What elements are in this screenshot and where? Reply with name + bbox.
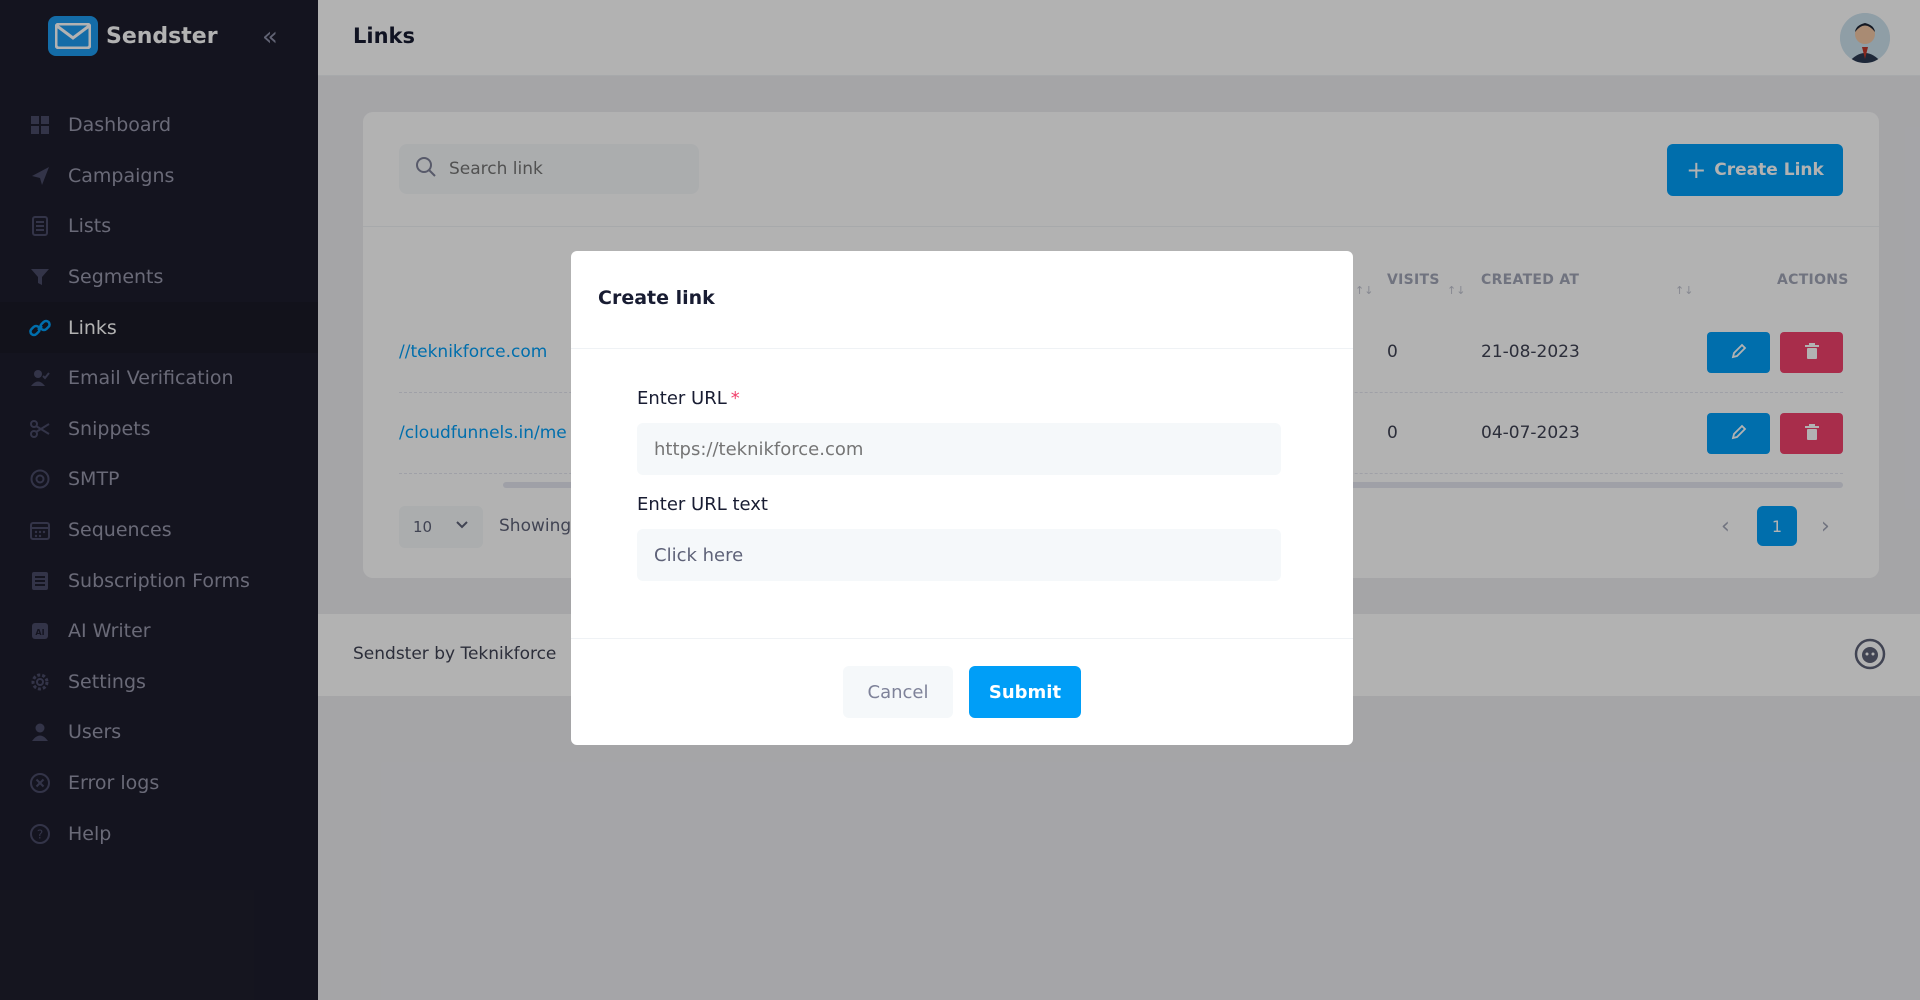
modal-title: Create link: [598, 287, 715, 309]
url-field-label: Enter URL *: [637, 388, 740, 409]
required-marker: *: [730, 388, 740, 409]
url-input[interactable]: [637, 423, 1281, 475]
modal-divider: [571, 348, 1353, 349]
create-link-modal: Create link Enter URL* Enter URL text Ca…: [571, 251, 1353, 745]
cancel-button[interactable]: Cancel: [843, 666, 953, 718]
url-label-text: Enter URL: [637, 388, 727, 409]
url-text-field-label: Enter URL text: [637, 494, 768, 515]
modal-divider: [571, 638, 1353, 639]
submit-button[interactable]: Submit: [969, 666, 1081, 718]
url-text-input[interactable]: [637, 529, 1281, 581]
